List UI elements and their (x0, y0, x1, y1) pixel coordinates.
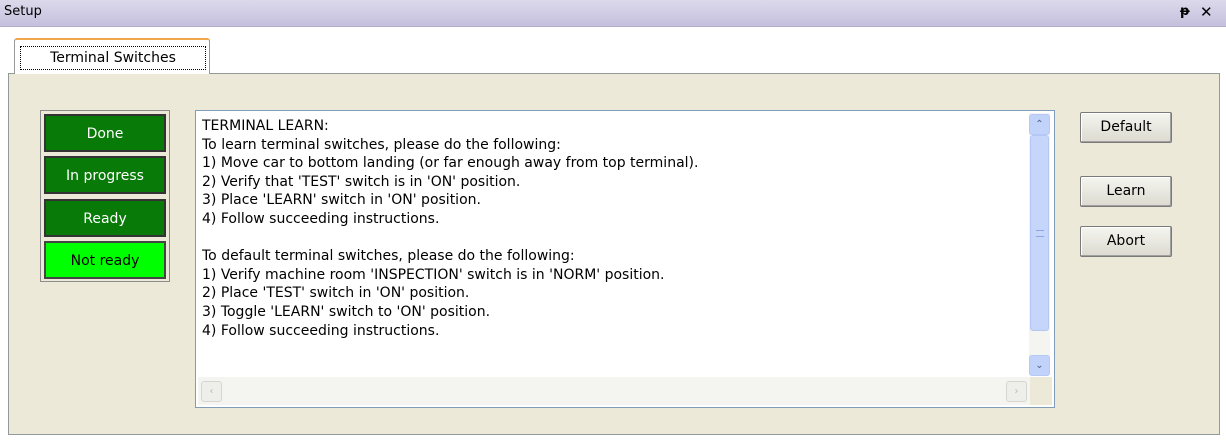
tab-label: Terminal Switches (20, 46, 206, 70)
grip-icon (1036, 230, 1044, 237)
default-button[interactable]: Default (1080, 112, 1172, 143)
close-icon[interactable]: ✕ (1200, 3, 1213, 21)
status-indicator-group: Done In progress Ready Not ready (40, 110, 170, 282)
instructions-textarea[interactable]: TERMINAL LEARN: To learn terminal switch… (195, 110, 1055, 408)
status-not-ready: Not ready (44, 241, 166, 279)
vertical-scroll-thumb[interactable] (1030, 135, 1049, 331)
learn-button[interactable]: Learn (1080, 176, 1172, 207)
window-titlebar: Setup ᵽ ✕ (0, 0, 1226, 27)
horizontal-scrollbar[interactable] (198, 377, 1030, 405)
scroll-right-icon[interactable]: › (1006, 381, 1027, 402)
window-title: Setup (4, 4, 42, 19)
scrollbar-corner (1030, 377, 1052, 405)
abort-button[interactable]: Abort (1080, 226, 1172, 257)
status-ready: Ready (44, 199, 166, 237)
scroll-left-icon[interactable]: ‹ (201, 381, 222, 402)
instructions-text: TERMINAL LEARN: To learn terminal switch… (202, 118, 699, 339)
scroll-down-icon[interactable]: ⌄ (1029, 355, 1050, 376)
tab-terminal-switches[interactable]: Terminal Switches (14, 38, 210, 74)
status-done: Done (44, 114, 166, 152)
status-in-progress: In progress (44, 156, 166, 194)
scroll-up-icon[interactable]: ⌃ (1029, 114, 1050, 135)
pin-icon[interactable]: ᵽ (1180, 4, 1190, 19)
